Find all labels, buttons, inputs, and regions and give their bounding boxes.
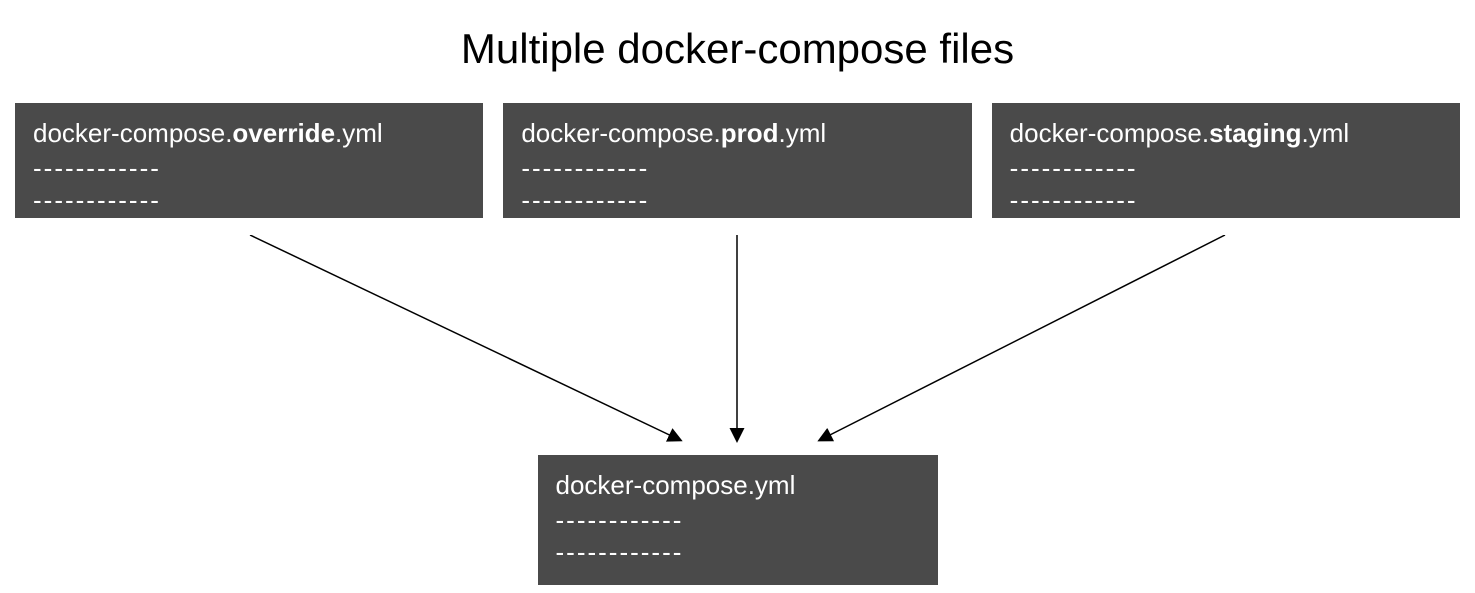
file-prefix: docker-compose. [521,118,720,148]
file-label: docker-compose.override.yml [33,115,465,151]
dash-line: ------------ [1010,185,1442,216]
file-box-override: docker-compose.override.yml ------------… [15,103,483,218]
dash-line: ------------ [33,153,465,184]
file-prefix: docker-compose. [33,118,232,148]
file-bold: staging [1209,118,1301,148]
dash-line: ------------ [556,537,920,568]
file-bold: override [232,118,335,148]
dash-line: ------------ [1010,153,1442,184]
file-label: docker-compose.staging.yml [1010,115,1442,151]
file-box-prod: docker-compose.prod.yml ------------ ---… [503,103,971,218]
diagram-title: Multiple docker-compose files [0,0,1475,103]
dash-line: ------------ [521,185,953,216]
file-box-staging: docker-compose.staging.yml ------------ … [992,103,1460,218]
dash-line: ------------ [521,153,953,184]
file-suffix: .yml [335,118,383,148]
dash-line: ------------ [556,505,920,536]
arrow-right [820,235,1225,440]
file-prefix: docker-compose. [1010,118,1209,148]
file-bold: prod [721,118,779,148]
file-suffix: .yml [1302,118,1350,148]
top-files-row: docker-compose.override.yml ------------… [0,103,1475,218]
file-suffix: .yml [779,118,827,148]
file-label: docker-compose.yml [556,467,920,503]
arrows-svg [0,235,1475,460]
file-label: docker-compose.prod.yml [521,115,953,151]
dash-line: ------------ [33,185,465,216]
arrow-left [250,235,680,440]
file-box-base: docker-compose.yml ------------ --------… [538,455,938,585]
